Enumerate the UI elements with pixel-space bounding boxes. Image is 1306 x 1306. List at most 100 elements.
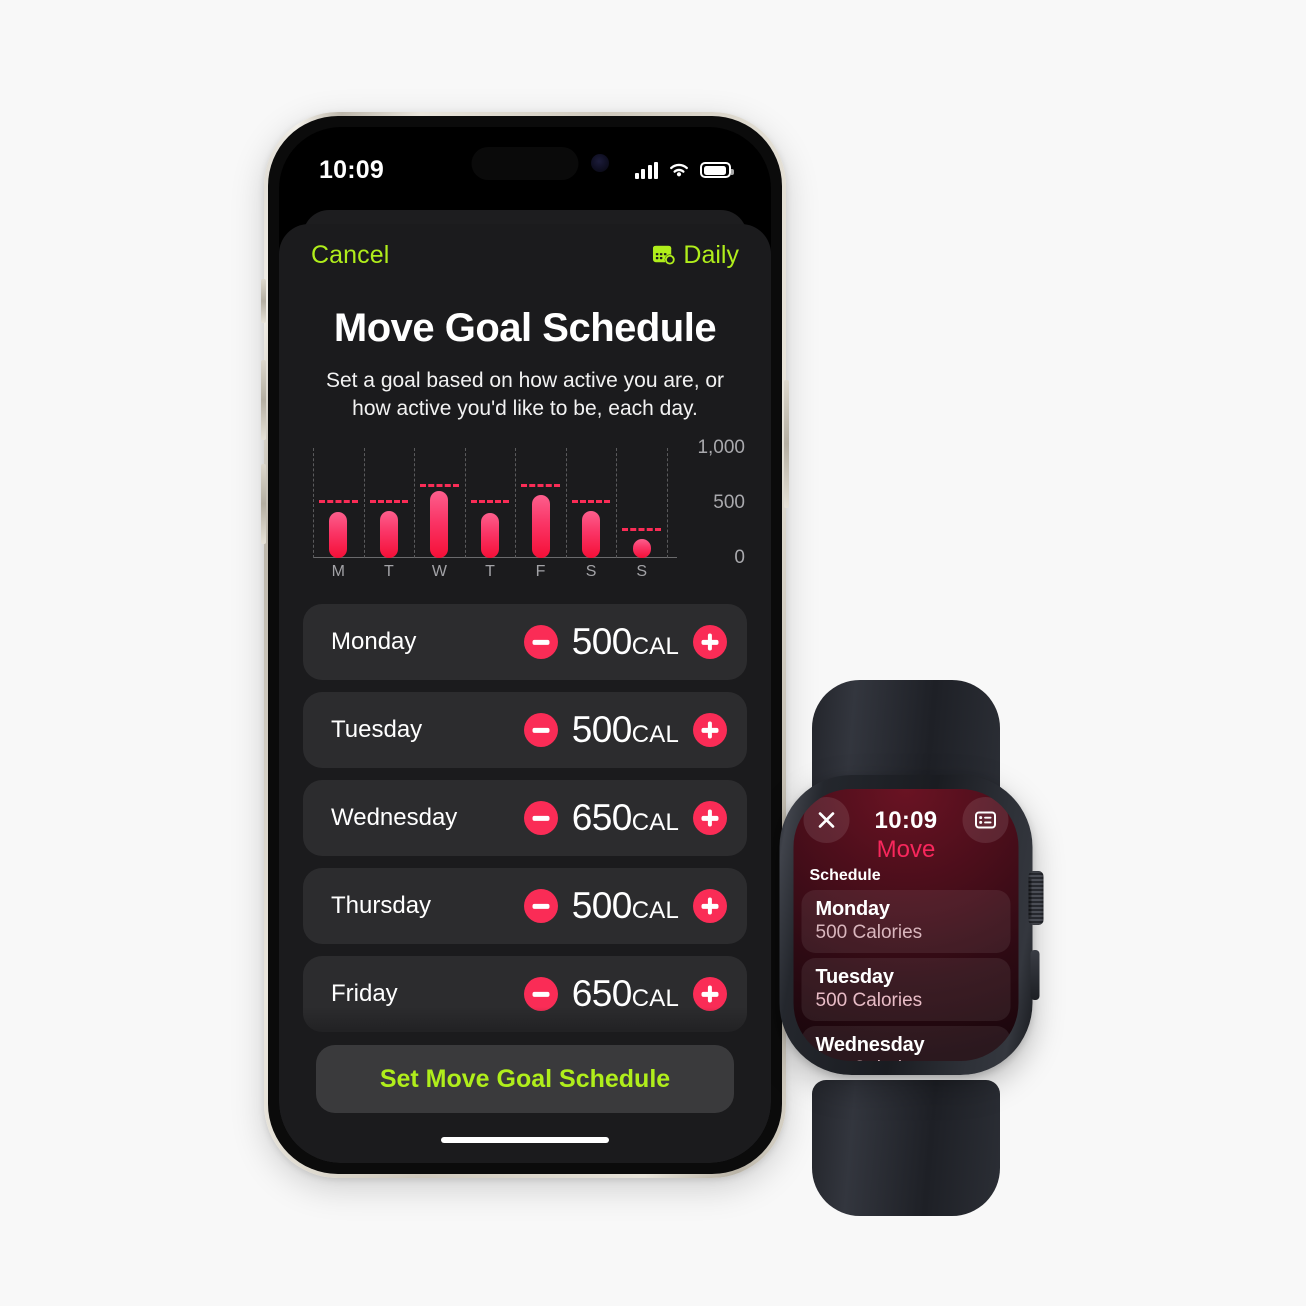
chart-x-tick-label: M: [331, 563, 345, 581]
battery-icon: [700, 162, 734, 178]
chart-goal-line: [319, 500, 358, 504]
daily-button-label: Daily: [683, 240, 739, 269]
watch-item-day: Tuesday: [815, 966, 894, 988]
page-subtitle: Set a goal based on how active you are, …: [325, 369, 725, 420]
power-button[interactable]: [784, 380, 789, 508]
day-goal-row: Wednesday 650 CAL: [303, 780, 747, 857]
calorie-unit: CAL: [631, 897, 679, 925]
day-label: Thursday: [331, 892, 432, 920]
increase-calories-button[interactable]: [693, 713, 727, 748]
watch-screen: 10:09 Move Schedule Monday 500 Calories Tu: [793, 789, 1019, 1061]
chart-goal-line: [521, 483, 560, 487]
chart-x-tick-label: W: [431, 563, 447, 581]
watch-item-calories: 500 Calories: [815, 990, 923, 1011]
move-goal-schedule-sheet: Cancel Daily Move Goal Schedule Set a go…: [279, 224, 771, 1163]
status-bar: 10:09: [279, 127, 771, 199]
list-view-button[interactable]: [962, 797, 1009, 843]
calorie-value: 650 CAL: [572, 797, 679, 839]
chart-bar: [379, 511, 398, 559]
watch-schedule-item[interactable]: Tuesday 500 Calories: [801, 958, 1011, 1021]
chart-x-tick-label: S: [585, 563, 597, 581]
chart-goal-line: [622, 527, 661, 531]
watch-side-button[interactable]: [1030, 950, 1040, 1000]
calendar-badge-clock-icon: [653, 245, 676, 265]
sheet-nav-bar: Cancel Daily: [279, 224, 771, 286]
day-goal-row: Monday 500 CAL: [303, 604, 747, 681]
volume-down-button[interactable]: [261, 464, 266, 544]
watch-item-day: Monday: [815, 898, 891, 920]
volume-up-button[interactable]: [261, 360, 266, 440]
decrease-calories-button[interactable]: [523, 889, 558, 924]
apple-watch-device: 10:09 Move Schedule Monday 500 Calories Tu: [772, 680, 1044, 1216]
chart-x-tick-label: S: [636, 563, 648, 581]
increase-calories-button[interactable]: [693, 801, 727, 836]
chart-goal-line: [420, 483, 459, 487]
home-indicator[interactable]: [441, 1137, 609, 1143]
calorie-unit: CAL: [631, 633, 679, 661]
calorie-value: 500 CAL: [572, 621, 679, 663]
day-label: Monday: [331, 628, 417, 656]
watch-item-day: Wednesday: [815, 1034, 925, 1056]
increase-calories-button[interactable]: [693, 625, 727, 660]
cancel-button[interactable]: Cancel: [311, 241, 389, 270]
watch-band-bottom: [812, 1080, 1000, 1216]
chart-bar: [632, 539, 651, 559]
calorie-number: 500: [571, 885, 633, 927]
status-bar-time: 10:09: [319, 155, 384, 184]
chart-gridline: [565, 448, 567, 559]
day-goal-list: Monday 500 CAL Tuesday 500 CAL Wednesday 650 CAL…: [303, 604, 747, 1033]
chart-gridline: [363, 448, 365, 559]
chart-bar: [582, 511, 601, 559]
chart-gridline: [464, 448, 466, 559]
chart-y-tick-label: 1,000: [697, 437, 745, 459]
day-label: Tuesday: [331, 716, 423, 744]
chart-x-tick-label: F: [535, 563, 546, 581]
chart-bar: [430, 491, 449, 559]
watch-body: 10:09 Move Schedule Monday 500 Calories Tu: [779, 775, 1044, 1075]
calorie-stepper: 500 CAL: [523, 885, 727, 927]
digital-crown[interactable]: [1028, 871, 1044, 925]
iphone-device: 10:09 Cancel Daily Move Goal Schedule Se…: [261, 112, 789, 1178]
calorie-number: 500: [571, 621, 633, 663]
day-label: Wednesday: [331, 804, 458, 832]
iphone-frame: 10:09 Cancel Daily Move Goal Schedule Se…: [261, 112, 789, 1178]
chart-goal-line: [571, 500, 611, 504]
wifi-icon: [670, 163, 688, 177]
day-goal-row: Tuesday 500 CAL: [303, 692, 747, 769]
calorie-number: 500: [571, 709, 633, 751]
chart-gridline: [616, 448, 618, 559]
chart-goal-line: [369, 500, 409, 504]
watch-schedule-item[interactable]: Monday 500 Calories: [801, 890, 1011, 953]
watch-schedule-item[interactable]: Wednesday 650 Calories: [801, 1026, 1011, 1061]
action-button[interactable]: [261, 279, 266, 323]
status-bar-indicators: [634, 161, 734, 179]
iphone-screen: 10:09 Cancel Daily Move Goal Schedule Se…: [279, 127, 771, 1163]
increase-calories-button[interactable]: [693, 889, 727, 924]
chart-gridline: [515, 448, 517, 559]
chart-y-tick-label: 500: [713, 492, 745, 514]
chart-gridline: [414, 448, 416, 559]
close-button[interactable]: [803, 797, 850, 843]
chart-gridline: [313, 448, 314, 559]
set-move-goal-schedule-button[interactable]: Set Move Goal Schedule: [316, 1045, 734, 1113]
calorie-stepper: 650 CAL: [523, 797, 727, 839]
calorie-number: 650: [571, 797, 633, 839]
calorie-stepper: 500 CAL: [523, 621, 727, 663]
calorie-value: 500 CAL: [572, 709, 679, 751]
watch-schedule-list: Monday 500 Calories Tuesday 500 Calories Wed…: [794, 890, 1019, 1061]
decrease-calories-button[interactable]: [523, 713, 558, 748]
chart-plot-area: MTWTFSS: [313, 448, 677, 580]
day-goal-row: Thursday 500 CAL: [303, 868, 747, 945]
chart-gridline: [667, 448, 668, 559]
iphone-bezel: 10:09 Cancel Daily Move Goal Schedule Se…: [268, 116, 782, 1174]
decrease-calories-button[interactable]: [523, 801, 558, 836]
chart-goal-line: [470, 500, 510, 504]
watch-section-label: Schedule: [809, 867, 881, 884]
chart-baseline: [313, 556, 677, 559]
chart-y-tick-label: 0: [734, 547, 745, 569]
watch-header: 10:09 Move: [794, 789, 1019, 863]
chart-x-tick-label: T: [383, 563, 394, 581]
decrease-calories-button[interactable]: [523, 625, 558, 660]
screenshot-stage: 10:09 Cancel Daily Move Goal Schedule Se…: [0, 0, 1306, 1306]
daily-button[interactable]: Daily: [652, 241, 739, 270]
